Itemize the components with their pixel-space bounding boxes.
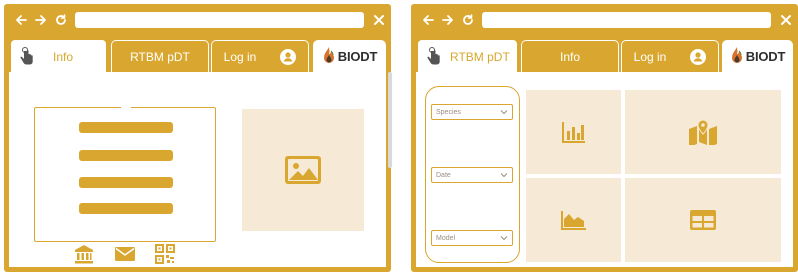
biodt-logo: BIODT <box>722 40 793 72</box>
user-avatar-icon <box>280 48 297 65</box>
menu-panel <box>34 104 216 242</box>
user-avatar-icon <box>690 48 707 65</box>
mail-icon[interactable] <box>115 244 135 264</box>
bar-chart-icon <box>561 122 585 143</box>
image-placeholder <box>242 109 364 231</box>
image-icon <box>285 156 321 184</box>
biodt-flame-icon <box>731 47 742 63</box>
bar-chart-tile[interactable] <box>526 90 621 174</box>
browser-window-rtbm-pdt: RTBM pDT Info Log in BIODT Species Date … <box>411 4 798 272</box>
area-chart-icon <box>560 211 586 230</box>
map-icon <box>689 119 717 145</box>
tab-log-in[interactable]: Log in <box>621 40 719 72</box>
species-select-placeholder: Species <box>436 108 461 116</box>
tab-log-in-label: Log in <box>633 49 667 64</box>
model-select-placeholder: Model <box>436 234 456 242</box>
table-tile[interactable] <box>625 178 781 262</box>
close-icon[interactable] <box>372 13 386 27</box>
qr-code-icon[interactable] <box>155 244 175 264</box>
back-arrow-icon[interactable] <box>421 13 435 27</box>
filter-panel: Species Date Model <box>425 86 520 263</box>
address-bar[interactable] <box>482 12 771 28</box>
chevron-down-icon <box>500 110 508 115</box>
tab-rtbm-pdt-label: RTBM pDT <box>450 49 510 64</box>
reload-icon[interactable] <box>461 13 475 27</box>
browser-window-info: Info RTBM pDT Log in BIODT <box>4 4 392 272</box>
tab-info-label: Info <box>53 49 74 64</box>
date-select-placeholder: Date <box>436 171 451 179</box>
biodt-logo: BIODT <box>313 40 386 72</box>
biodt-logo-text: BIODT <box>337 48 378 64</box>
address-bar[interactable] <box>75 12 364 28</box>
touch-hand-icon <box>20 46 33 64</box>
reload-icon[interactable] <box>54 13 68 27</box>
back-arrow-icon[interactable] <box>14 13 28 27</box>
tab-info[interactable]: Info <box>10 39 107 73</box>
model-select[interactable]: Model <box>431 230 513 246</box>
close-icon[interactable] <box>779 13 793 27</box>
tab-rtbm-pdt[interactable]: RTBM pDT <box>417 39 518 73</box>
forward-arrow-icon[interactable] <box>34 13 48 27</box>
tab-log-in-label: Log in <box>223 49 257 64</box>
info-content-area <box>9 72 392 267</box>
area-chart-tile[interactable] <box>526 178 621 262</box>
menu-line[interactable] <box>79 177 173 188</box>
forward-arrow-icon[interactable] <box>441 13 455 27</box>
chevron-down-icon <box>500 173 508 178</box>
species-select[interactable]: Species <box>431 104 513 120</box>
tab-rtbm-pdt[interactable]: RTBM pDT <box>111 40 209 72</box>
rtbm-content-area: Species Date Model <box>416 72 793 267</box>
menu-line[interactable] <box>79 203 173 214</box>
panel-notch <box>121 104 131 110</box>
table-icon <box>690 210 716 230</box>
tab-info-label: Info <box>559 49 580 64</box>
menu-line[interactable] <box>79 150 173 161</box>
bank-icon[interactable] <box>74 244 94 264</box>
biodt-flame-icon <box>323 47 334 63</box>
menu-line[interactable] <box>79 122 173 133</box>
tab-info[interactable]: Info <box>521 40 619 72</box>
scrollbar-thumb[interactable] <box>388 72 392 168</box>
biodt-logo-text: BIODT <box>745 48 786 64</box>
chevron-down-icon <box>500 236 508 241</box>
map-tile[interactable] <box>625 90 781 174</box>
touch-hand-icon <box>427 46 440 64</box>
tab-rtbm-pdt-label: RTBM pDT <box>130 49 190 64</box>
tab-log-in[interactable]: Log in <box>211 40 309 72</box>
date-select[interactable]: Date <box>431 167 513 183</box>
